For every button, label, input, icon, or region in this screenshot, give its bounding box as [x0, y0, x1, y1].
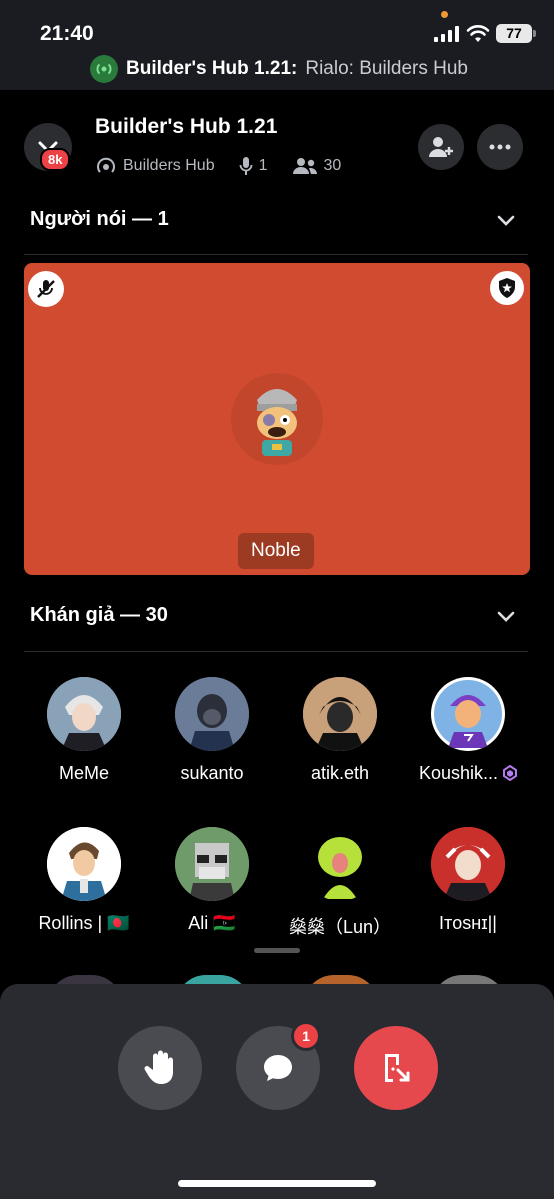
more-icon [489, 144, 511, 150]
chat-unread-badge: 1 [291, 1021, 321, 1051]
member-name: Rollins | 🇧🇩 [38, 913, 130, 933]
speaker-name: Noble [238, 533, 314, 569]
member-name-text: Koushik... [418, 763, 499, 783]
member-name: Ali 🇱🇾 [188, 913, 236, 933]
cellular-signal-icon [434, 26, 459, 42]
stage-meta: Builders Hub 1 30 [95, 155, 341, 177]
stage-header: 8k Builder's Hub 1.21 Builders Hub 1 30 [0, 100, 554, 190]
member-name: Iᴛᴏsʜɪ|| [439, 913, 497, 933]
page-title: Builder's Hub 1.21 [95, 115, 278, 138]
divider [24, 254, 528, 255]
stage-banner-title: Builder's Hub 1.21: [126, 58, 298, 79]
avatar [47, 827, 121, 901]
audience-member[interactable]: Iᴛᴏsʜɪ|| [408, 827, 528, 934]
microphone-icon [239, 157, 253, 175]
wifi-icon [466, 25, 490, 42]
leave-stage-button[interactable] [354, 1026, 438, 1110]
stage-banner-subtitle: Rialo: Builders Hub [305, 58, 468, 79]
audience-member[interactable]: sukanto [152, 677, 272, 784]
speakers-heading: Người nói — 1 [30, 208, 169, 230]
muted-mic-icon [28, 271, 64, 307]
drag-handle[interactable] [254, 948, 300, 953]
listener-count: 30 [323, 157, 342, 174]
clock: 21:40 [40, 22, 94, 45]
avatar [303, 677, 377, 751]
stage-channel-icon [90, 55, 118, 83]
nitro-boost-icon [503, 764, 518, 782]
cat-avatar-icon [257, 389, 297, 456]
audience-member[interactable]: Rollins | 🇧🇩 [24, 827, 144, 934]
add-user-icon [429, 137, 453, 157]
avatar [303, 827, 377, 901]
home-indicator[interactable] [178, 1180, 376, 1187]
status-bar: 21:40 77 Builder's Hub 1.21: Rialo: Buil… [0, 0, 554, 90]
audience-member[interactable]: Koushik... [408, 677, 528, 784]
moderator-shield-icon [490, 271, 524, 305]
avatar [231, 373, 323, 465]
audience-member[interactable]: Ali 🇱🇾 [152, 827, 272, 934]
channel-name: Builders Hub [123, 157, 215, 174]
member-name: atik.eth [310, 763, 370, 783]
invite-button[interactable] [418, 124, 464, 170]
avatar [431, 677, 505, 751]
more-options-button[interactable] [477, 124, 523, 170]
chat-bubble-icon [264, 1055, 292, 1081]
audience-member[interactable]: MeMe [24, 677, 144, 784]
speaker-count: 1 [258, 157, 268, 174]
speaker-card[interactable]: Noble [24, 263, 530, 575]
raise-hand-button[interactable] [118, 1026, 202, 1110]
leave-door-icon [385, 1054, 410, 1082]
privacy-indicator [441, 11, 448, 18]
people-icon [292, 158, 317, 174]
avatar [175, 677, 249, 751]
speakers-chevron-icon[interactable] [496, 214, 516, 228]
audience-heading: Khán giả — 30 [30, 604, 168, 626]
stage-icon [97, 157, 115, 173]
stage-banner[interactable]: Builder's Hub 1.21: Rialo: Builders Hub [90, 55, 468, 83]
avatar [175, 827, 249, 901]
audience-member[interactable]: 燊燊（Lun） [280, 827, 400, 939]
avatar [431, 827, 505, 901]
audience-member[interactable]: atik.eth [280, 677, 400, 784]
member-name: Koushik... [408, 763, 528, 784]
battery-indicator: 77 [496, 24, 536, 43]
avatar [47, 677, 121, 751]
divider [24, 651, 528, 652]
member-name: sukanto [180, 763, 244, 783]
server-badge: 8k [40, 148, 71, 171]
member-name: 燊燊（Lun） [288, 917, 392, 937]
audience-chevron-icon[interactable] [496, 610, 516, 624]
hand-icon [144, 1050, 173, 1084]
member-name: MeMe [58, 763, 109, 783]
